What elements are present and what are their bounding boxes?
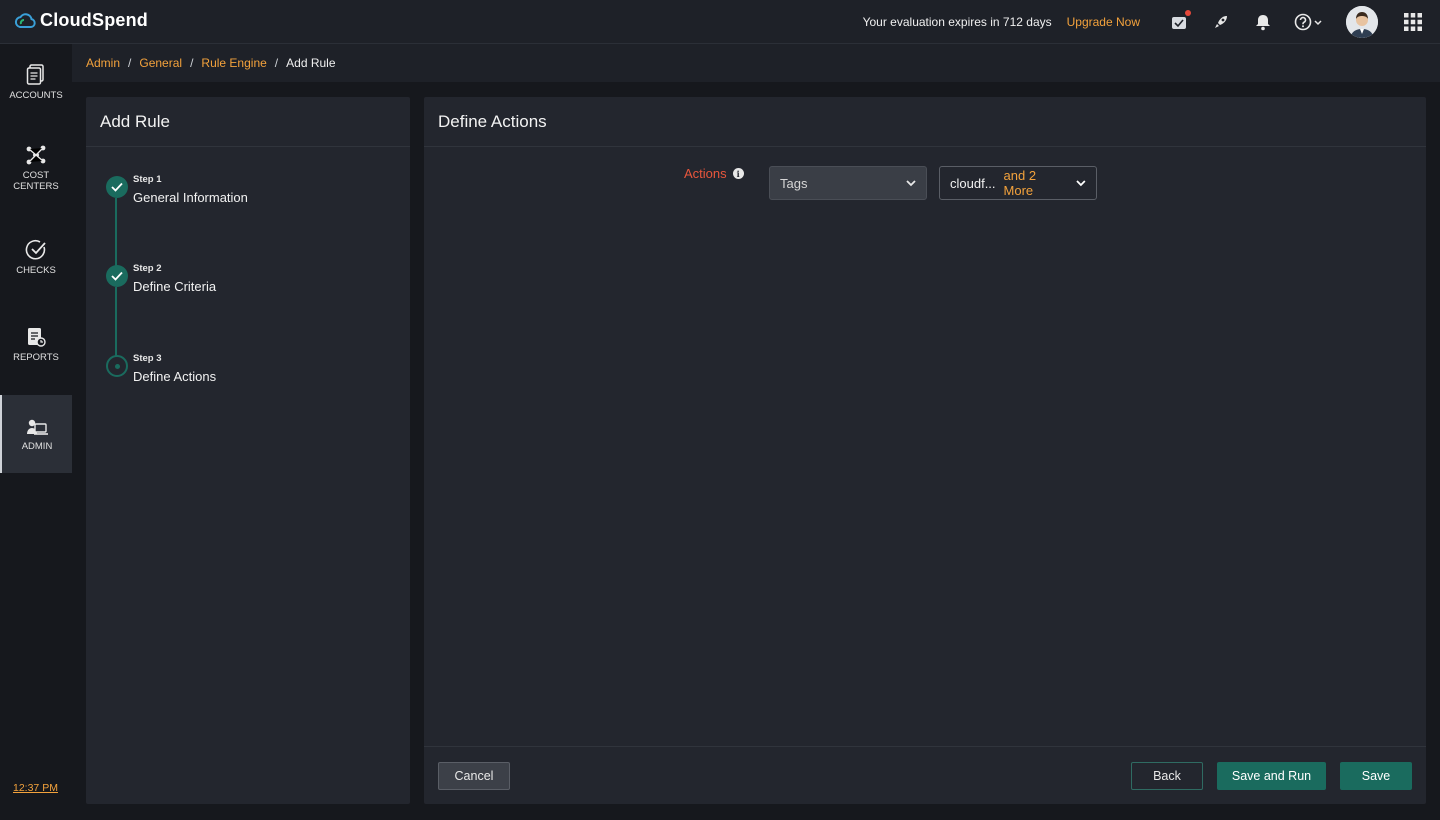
form-footer: Cancel Back Save and Run Save xyxy=(424,746,1426,804)
wizard-panel: Add Rule Step 1 General Information Step… xyxy=(86,97,410,804)
nav-item-reports[interactable]: REPORTS xyxy=(0,326,72,363)
clock-time[interactable]: 12:37 PM xyxy=(13,782,58,794)
help-icon[interactable] xyxy=(1294,11,1324,33)
cloud-logo-icon xyxy=(14,12,36,28)
breadcrumb-rule-engine[interactable]: Rule Engine xyxy=(201,56,266,70)
whats-new-icon[interactable] xyxy=(1168,10,1191,33)
apps-grid-icon[interactable] xyxy=(1402,11,1424,33)
reports-icon xyxy=(28,328,46,347)
breadcrumb-separator: / xyxy=(274,56,279,70)
breadcrumb-separator: / xyxy=(128,56,132,70)
app-name: CloudSpend xyxy=(40,10,148,30)
admin-icon xyxy=(27,419,48,435)
step-title: Define Criteria xyxy=(133,279,217,294)
wizard-title: Add Rule xyxy=(86,97,410,147)
nav-label-reports: REPORTS xyxy=(13,352,59,363)
nav-item-checks[interactable]: CHECKS xyxy=(0,239,72,276)
check-icon xyxy=(106,176,128,198)
check-icon xyxy=(106,265,128,287)
nav-label-checks: CHECKS xyxy=(16,265,56,276)
action-type-value: Tags xyxy=(780,175,808,191)
cancel-button[interactable]: Cancel xyxy=(438,762,510,790)
nav-item-accounts[interactable]: ACCOUNTS xyxy=(0,64,72,101)
evaluation-notice: Your evaluation expires in 712 days xyxy=(862,15,1052,29)
step-connector xyxy=(115,287,117,357)
section-title: Define Actions xyxy=(424,97,1426,147)
actions-label: Actions xyxy=(684,166,727,181)
step-connector xyxy=(115,198,117,268)
top-bar: CloudSpend Your evaluation expires in 71… xyxy=(0,0,1440,44)
breadcrumb-admin[interactable]: Admin xyxy=(86,56,120,70)
nav-item-admin[interactable]: ADMIN xyxy=(0,395,72,473)
actions-field-label: Actions i xyxy=(684,166,769,181)
left-nav: ACCOUNTS COST CENTERS CHECKS REPORTS ADMI… xyxy=(0,44,72,820)
action-type-select[interactable]: Tags xyxy=(769,166,927,200)
nav-label-accounts: ACCOUNTS xyxy=(9,90,63,101)
save-button[interactable]: Save xyxy=(1340,762,1412,790)
upgrade-now-link[interactable]: Upgrade Now xyxy=(1067,15,1140,29)
checks-icon xyxy=(25,239,46,260)
avatar[interactable] xyxy=(1346,6,1378,38)
step-number: Step 1 xyxy=(133,174,162,185)
step-title: General Information xyxy=(133,190,248,205)
accounts-icon xyxy=(26,64,44,85)
chevron-down-icon xyxy=(1076,179,1086,186)
save-and-run-button[interactable]: Save and Run xyxy=(1217,762,1326,790)
tag-values-select[interactable]: cloudf... and 2 More xyxy=(939,166,1097,200)
current-step-icon xyxy=(106,355,128,377)
back-button[interactable]: Back xyxy=(1131,762,1203,790)
breadcrumb: Admin / General / Rule Engine / Add Rule xyxy=(72,44,1440,82)
cost-centers-icon xyxy=(26,145,46,165)
bell-icon[interactable] xyxy=(1252,11,1274,33)
brand-logo[interactable]: CloudSpend xyxy=(14,10,148,31)
breadcrumb-current: Add Rule xyxy=(286,56,336,70)
breadcrumb-separator: / xyxy=(190,56,194,70)
chevron-down-icon xyxy=(906,179,916,186)
rocket-icon[interactable] xyxy=(1210,11,1232,33)
step-number: Step 2 xyxy=(133,263,162,274)
nav-label-admin: ADMIN xyxy=(21,440,53,452)
step-title: Define Actions xyxy=(133,369,217,384)
tag-more-count: and 2 More xyxy=(1003,168,1037,198)
nav-label-cost-centers: COST CENTERS xyxy=(13,170,59,192)
define-actions-panel: Define Actions Actions i Tags cloudf... … xyxy=(424,97,1426,804)
breadcrumb-general[interactable]: General xyxy=(139,56,182,70)
step-number: Step 3 xyxy=(133,353,162,364)
tag-value: cloudf... xyxy=(950,175,996,191)
info-icon[interactable]: i xyxy=(732,168,744,179)
notification-dot xyxy=(1185,10,1191,16)
nav-item-cost-centers[interactable]: COST CENTERS xyxy=(0,144,72,192)
